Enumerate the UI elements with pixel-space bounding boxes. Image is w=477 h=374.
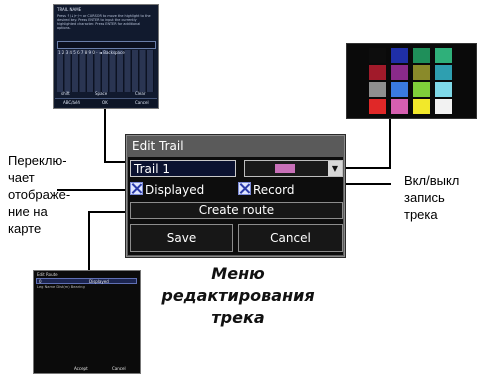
record-label: Record <box>253 183 295 197</box>
dialog-body: Trail 1 ▼ Displayed Record Create route … <box>128 157 343 255</box>
route-name-bar: 0 Displayed <box>36 278 137 284</box>
keyboard-abc-button: ABC/áéñ <box>63 100 80 105</box>
record-checkbox[interactable]: Record <box>238 182 294 198</box>
keyboard-ok-button: OK <box>102 100 108 105</box>
keyboard-clear-button: Clear <box>135 91 146 96</box>
route-accept-button: Accept <box>74 366 88 371</box>
keyboard-instructions: Press ↑/↓/←/→ or CURSOR to move the high… <box>57 14 151 30</box>
record-connector <box>343 183 391 185</box>
caption-line: трека <box>404 207 438 222</box>
route-connector-vertical <box>88 211 90 271</box>
record-toggle-caption: Вкл/выкл запись трека <box>404 172 459 223</box>
palette-swatch <box>391 82 408 97</box>
palette-swatch <box>435 48 452 63</box>
caption-line: Вкл/выкл <box>404 173 460 188</box>
dialog-title: Edit Trail <box>132 139 184 153</box>
edit-route-title: Edit Route <box>37 272 58 277</box>
edit-trail-dialog: Edit Trail Trail 1 ▼ Displayed Record Cr… <box>125 134 346 258</box>
keyboard-title: TRAIL NAME <box>57 7 82 12</box>
route-table-header: Leg Name Dist(m) Bearing <box>37 285 85 289</box>
route-name-value: 0 <box>39 279 42 284</box>
menu-caption-line: редактирования <box>161 286 315 305</box>
create-route-button[interactable]: Create route <box>130 202 343 219</box>
trail-color-swatch <box>275 164 295 173</box>
cancel-button[interactable]: Cancel <box>238 224 343 252</box>
palette-swatch <box>369 48 386 63</box>
displayed-label: Displayed <box>145 183 205 197</box>
keyboard-cancel-button: Cancel <box>135 100 149 105</box>
palette-swatch <box>435 65 452 80</box>
keyboard-key-grid <box>57 50 154 92</box>
palette-swatch <box>435 82 452 97</box>
palette-swatch <box>391 65 408 80</box>
keyboard-screen-thumbnail: TRAIL NAME Press ↑/↓/←/→ or CURSOR to mo… <box>53 4 159 109</box>
route-displayed-label: Displayed <box>89 279 109 284</box>
keyboard-shift-button: shift <box>61 91 70 96</box>
checkbox-checked-icon <box>238 182 251 195</box>
caption-line: ние на <box>8 204 48 219</box>
palette-swatch <box>413 65 430 80</box>
palette-connector-horizontal <box>341 167 391 169</box>
palette-swatch <box>391 99 408 114</box>
menu-caption-line: Меню <box>211 264 265 283</box>
palette-swatch <box>369 99 386 114</box>
caption-line: чает <box>8 170 35 185</box>
palette-swatch <box>413 82 430 97</box>
checkbox-checked-icon <box>130 182 143 195</box>
caption-line: Переклю- <box>8 153 67 168</box>
keyboard-space-button: Space <box>95 91 108 96</box>
keyboard-top-row: 1 2 3 4 5 6 7 8 9 0 - ◄ Backspace <box>58 50 125 55</box>
save-button[interactable]: Save <box>130 224 233 252</box>
trail-name-field[interactable]: Trail 1 <box>130 160 236 177</box>
edit-route-thumbnail: Edit Route 0 Displayed Leg Name Dist(m) … <box>33 270 141 374</box>
keyboard-input-field <box>57 41 156 49</box>
caption-line: запись <box>404 190 445 205</box>
trail-color-select[interactable]: ▼ <box>244 160 343 177</box>
keyboard-bottom-bar: shift Space Clear ABC/áéñ OK Cancel <box>55 91 157 107</box>
displayed-checkbox[interactable]: Displayed <box>130 182 204 198</box>
palette-swatch <box>391 48 408 63</box>
chevron-down-icon[interactable]: ▼ <box>328 161 342 176</box>
display-toggle-caption: Переклю- чает отображе- ние на карте <box>8 152 70 237</box>
color-palette-thumbnail <box>346 43 477 119</box>
caption-line: отображе- <box>8 187 71 202</box>
palette-connector-vertical <box>389 117 391 168</box>
menu-caption: Меню редактирования трека <box>148 263 328 329</box>
keyboard-connector-vertical <box>104 107 106 162</box>
palette-swatch <box>369 65 386 80</box>
palette-swatch <box>413 99 430 114</box>
palette-swatch <box>369 82 386 97</box>
palette-swatch <box>435 99 452 114</box>
menu-caption-line: трека <box>211 308 265 327</box>
caption-line: карте <box>8 221 42 236</box>
palette-swatch <box>413 48 430 63</box>
route-cancel-button: Cancel <box>112 366 126 371</box>
